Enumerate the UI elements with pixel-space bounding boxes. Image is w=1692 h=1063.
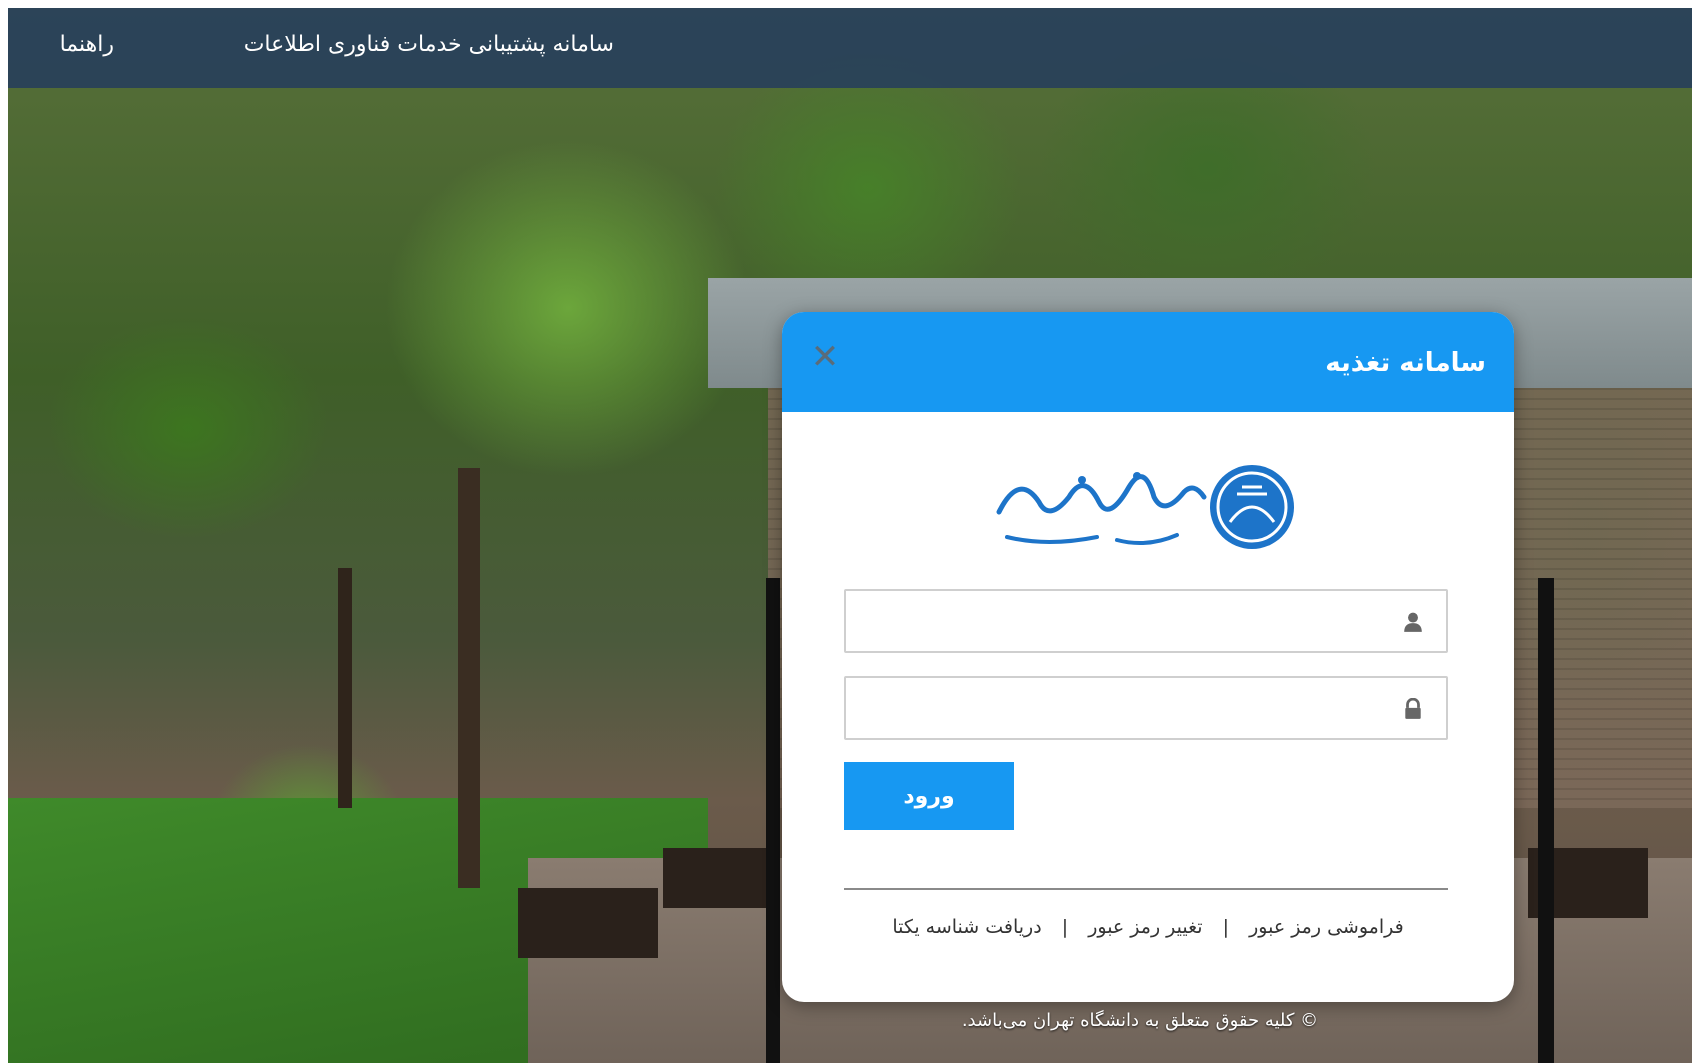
help-link[interactable]: راهنما [60,32,114,57]
bench [663,848,773,908]
modal-header: سامانه تغذیه ✕ [782,312,1514,412]
copyright-text: © کلیه حقوق متعلق به دانشگاه تهران می‌با… [961,1010,1319,1031]
get-unique-id-link[interactable]: دریافت شناسه یکتا [892,916,1041,938]
tree-trunk [338,568,352,808]
username-input[interactable] [846,591,1446,651]
change-password-link[interactable]: تغییر رمز عبور [1088,916,1202,938]
modal-title: سامانه تغذیه [1325,348,1486,378]
tree-trunk [458,468,480,888]
password-field[interactable] [844,676,1448,740]
forgot-password-link[interactable]: فراموشی رمز عبور [1249,916,1404,938]
divider [844,888,1448,890]
user-icon [1404,612,1422,632]
site-title[interactable]: سامانه پشتیبانی خدمات فناوری اطلاعات [244,32,614,57]
password-input[interactable] [846,678,1446,738]
login-button[interactable]: ورود [844,762,1014,830]
username-field[interactable] [844,589,1448,653]
lamp-post [1538,578,1554,1063]
link-separator: | [1061,916,1069,938]
lamp-post [766,578,780,1063]
account-links: فراموشی رمز عبور | تغییر رمز عبور | دریا… [782,916,1514,938]
lock-icon [1405,698,1421,719]
link-separator: | [1222,916,1230,938]
top-navbar: سامانه پشتیبانی خدمات فناوری اطلاعات راه… [8,8,1692,88]
close-icon[interactable]: ✕ [810,340,840,374]
university-logo [996,465,1294,549]
login-modal: سامانه تغذیه ✕ ورود فراموشی رمز عبور | ت… [782,312,1514,1002]
bench [518,888,658,958]
